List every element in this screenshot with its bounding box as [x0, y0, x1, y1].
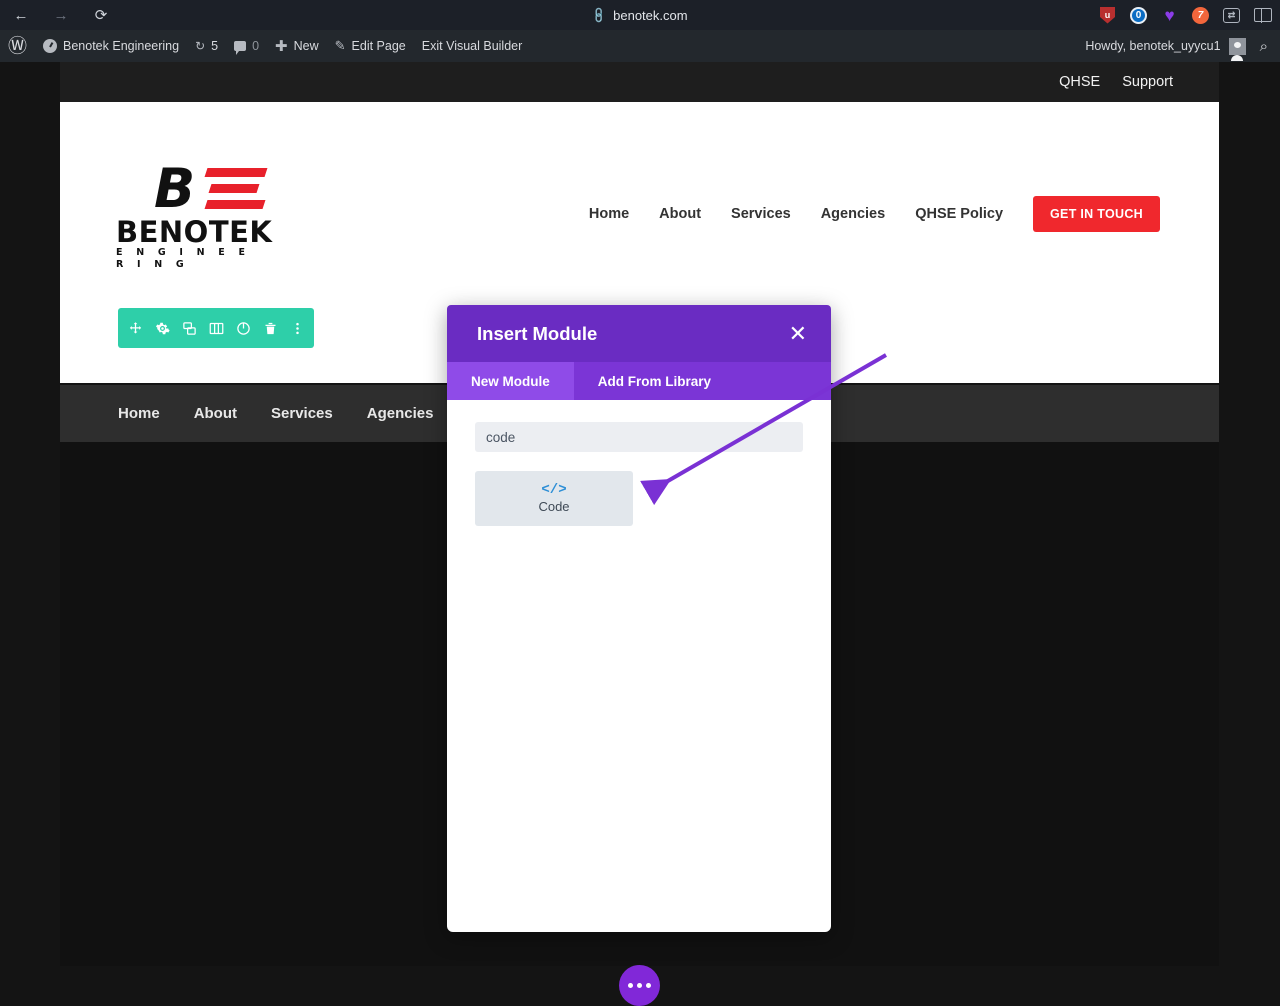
more-options-icon[interactable] [284, 308, 311, 348]
close-icon[interactable]: ✕ [789, 323, 807, 345]
nav-link-home[interactable]: Home [589, 206, 629, 222]
tab-add-from-library[interactable]: Add From Library [574, 362, 735, 400]
back-icon[interactable]: ← [10, 4, 32, 26]
logo-stripes-icon [206, 168, 268, 212]
heart-extension-icon[interactable]: ♥ [1160, 6, 1179, 25]
howdy-label[interactable]: Howdy, benotek_uyycu1 [1085, 39, 1220, 53]
settings-extension-label: ⇄ [1228, 10, 1236, 21]
site-logo[interactable]: B BENOTEK E N G I N E E R I N G [116, 165, 268, 247]
utility-link-support[interactable]: Support [1122, 74, 1173, 90]
module-grid: </> Code [475, 471, 803, 526]
divi-element-toolbar [118, 308, 314, 348]
wordpress-admin-bar: Ⓦ Benotek Engineering ↻ 5 0 ✚ New ✎ Edit… [0, 30, 1280, 62]
url-text: benotek.com [613, 8, 687, 23]
link-icon: 🔗 [590, 6, 609, 25]
logo-subtitle: E N G I N E E R I N G [116, 247, 268, 271]
modal-title: Insert Module [477, 323, 597, 345]
trash-icon[interactable] [257, 308, 284, 348]
reload-icon[interactable]: ⟳ [90, 4, 112, 26]
pencil-icon: ✎ [335, 38, 346, 54]
secondary-nav-services[interactable]: Services [271, 405, 333, 422]
edit-page-label: Edit Page [352, 39, 406, 53]
wordpress-logo-icon: Ⓦ [8, 37, 27, 56]
module-search-input[interactable] [475, 422, 803, 452]
shield-extension-icon[interactable]: u [1098, 6, 1117, 25]
comments-menu[interactable]: 0 [226, 30, 267, 62]
t-extension-icon[interactable]: 7 [1191, 6, 1210, 25]
dashboard-gauge-icon [43, 39, 57, 53]
avatar[interactable] [1229, 38, 1246, 55]
new-content-menu[interactable]: ✚ New [267, 30, 327, 62]
logo-mark-icon: B [154, 165, 278, 215]
address-bar[interactable]: 🔗 benotek.com [0, 0, 1280, 30]
secondary-nav-agencies[interactable]: Agencies [367, 405, 434, 422]
updates-menu[interactable]: ↻ 5 [187, 30, 226, 62]
t-extension-label: 7 [1198, 10, 1204, 21]
new-label: New [294, 39, 319, 53]
code-icon: </> [541, 483, 566, 497]
utility-link-qhse[interactable]: QHSE [1059, 74, 1100, 90]
logo-mark-letter: B [154, 165, 192, 213]
nav-link-agencies[interactable]: Agencies [821, 206, 885, 222]
wordpress-logo-menu[interactable]: Ⓦ [0, 30, 35, 62]
edit-page-menu[interactable]: ✎ Edit Page [327, 30, 414, 62]
site-name-menu[interactable]: Benotek Engineering [35, 30, 187, 62]
updates-refresh-icon: ↻ [195, 39, 205, 53]
nav-link-qhse-policy[interactable]: QHSE Policy [915, 206, 1003, 222]
comments-count: 0 [252, 39, 259, 53]
plus-icon: ✚ [275, 37, 288, 55]
browser-chrome: ← → ⟳ 🔗 benotek.com u 0 ♥ 7 ⇄ [0, 0, 1280, 30]
onepassword-extension-label: 0 [1136, 10, 1142, 21]
divi-settings-fab[interactable] [619, 965, 660, 1006]
browser-nav-buttons: ← → ⟳ [0, 4, 112, 26]
module-card-label: Code [538, 499, 569, 514]
insert-module-modal: Insert Module ✕ New Module Add From Libr… [447, 305, 831, 932]
columns-icon[interactable] [203, 308, 230, 348]
settings-gear-icon[interactable] [149, 308, 176, 348]
disable-power-icon[interactable] [230, 308, 257, 348]
page-canvas: QHSE Support B BENOTEK E N G I N E E R I… [0, 62, 1280, 966]
forward-icon[interactable]: → [50, 4, 72, 26]
utility-bar: QHSE Support [60, 62, 1219, 102]
modal-tabs: New Module Add From Library [447, 362, 831, 400]
modal-body: </> Code [447, 400, 831, 526]
module-card-code[interactable]: </> Code [475, 471, 633, 526]
move-handle-icon[interactable] [122, 308, 149, 348]
secondary-nav-about[interactable]: About [194, 405, 237, 422]
onepassword-extension-icon[interactable]: 0 [1129, 6, 1148, 25]
duplicate-icon[interactable] [176, 308, 203, 348]
site-name-label: Benotek Engineering [63, 39, 179, 53]
main-navigation: Home About Services Agencies QHSE Policy… [589, 196, 1219, 232]
tab-new-module[interactable]: New Module [447, 362, 574, 400]
nav-link-about[interactable]: About [659, 206, 701, 222]
updates-count: 5 [211, 39, 218, 53]
shield-extension-label: u [1105, 10, 1111, 20]
exit-visual-builder-label: Exit Visual Builder [422, 39, 523, 53]
secondary-nav-home[interactable]: Home [118, 405, 160, 422]
browser-extensions: u 0 ♥ 7 ⇄ [1098, 0, 1272, 30]
comment-bubble-icon [234, 41, 246, 51]
modal-header: Insert Module ✕ [447, 305, 831, 362]
nav-link-services[interactable]: Services [731, 206, 791, 222]
split-panel-icon[interactable] [1253, 6, 1272, 25]
search-icon[interactable]: ⌕ [1254, 38, 1274, 55]
logo-name: BENOTEK [116, 217, 268, 247]
get-in-touch-button[interactable]: GET IN TOUCH [1033, 196, 1160, 232]
exit-visual-builder-menu[interactable]: Exit Visual Builder [414, 30, 531, 62]
settings-extension-icon[interactable]: ⇄ [1222, 6, 1241, 25]
